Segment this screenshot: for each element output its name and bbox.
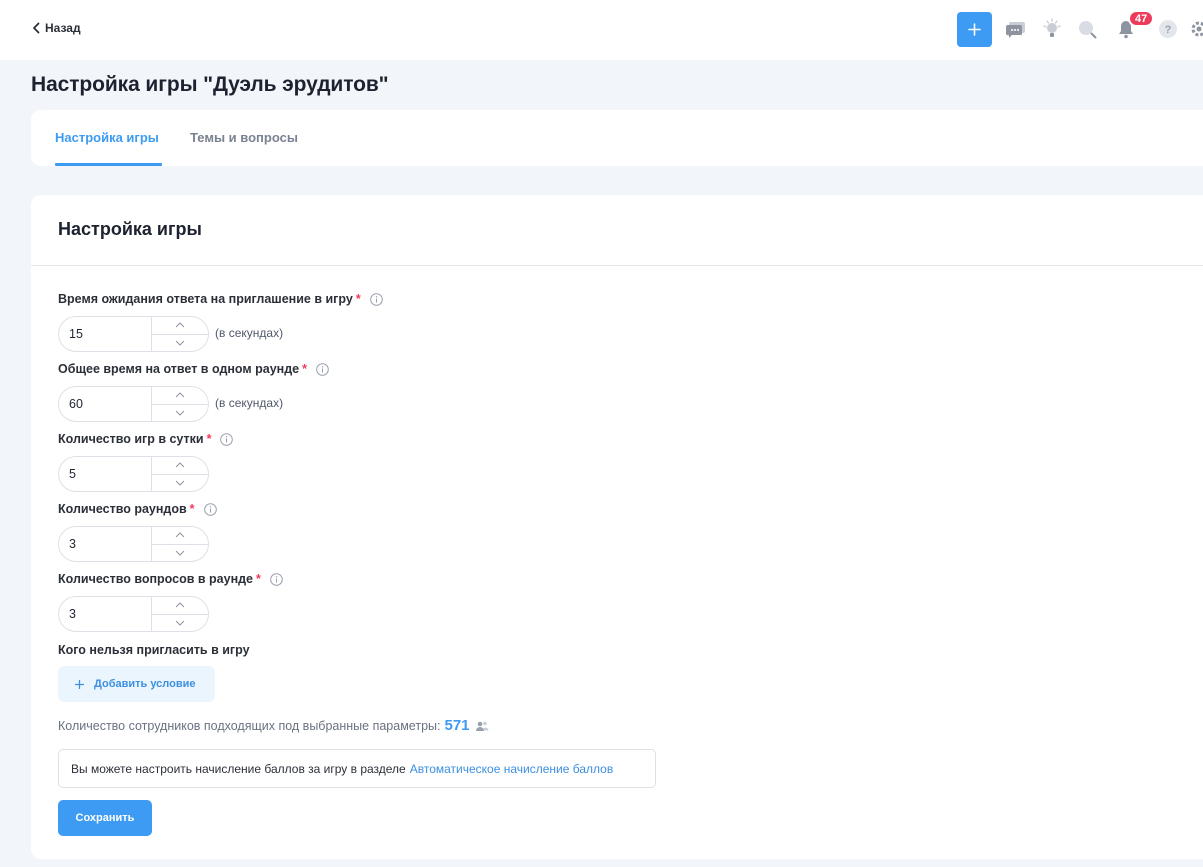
field-label-rounds-count: Количество раундов *: [58, 502, 217, 516]
info-icon[interactable]: [203, 502, 217, 516]
count-value[interactable]: 571: [444, 717, 469, 734]
gear-icon[interactable]: [1188, 18, 1203, 40]
round-time-stepper: 60: [58, 386, 209, 422]
stepper-input[interactable]: 3: [59, 597, 151, 631]
points-notice: Вы можете настроить начисление баллов за…: [58, 749, 656, 788]
chevron-down-icon: [175, 340, 185, 346]
chevron-up-icon: [175, 602, 185, 608]
info-icon[interactable]: [316, 362, 329, 376]
questions-per-round-stepper: 3: [58, 596, 209, 632]
decrement-button[interactable]: [152, 543, 208, 562]
required-asterisk: *: [302, 362, 307, 376]
info-icon[interactable]: [270, 572, 283, 586]
stepper-input[interactable]: 5: [59, 457, 151, 491]
info-icon[interactable]: [220, 432, 234, 446]
employee-count-line: Количество сотрудников подходящих под вы…: [58, 717, 489, 734]
svg-text:?: ?: [1165, 24, 1172, 36]
field-label-games-per-day: Количество игр в сутки *: [58, 432, 234, 446]
search-icon[interactable]: [1076, 18, 1098, 40]
increment-button[interactable]: [152, 387, 208, 404]
active-tab-indicator: [55, 163, 162, 166]
required-asterisk: *: [256, 572, 261, 586]
chevron-down-icon: [175, 620, 185, 626]
rounds-count-stepper: 3: [58, 526, 209, 562]
card-title: Настройка игры: [58, 219, 202, 239]
chevron-down-icon: [175, 480, 185, 486]
invite-timeout-stepper: 15: [58, 316, 209, 352]
field-label-questions-per-round: Количество вопросов в раунде *: [58, 572, 283, 586]
add-condition-button[interactable]: Добавить условие: [58, 666, 215, 702]
unit-label: (в секундах): [215, 326, 284, 340]
save-button[interactable]: Сохранить: [58, 800, 152, 836]
help-icon[interactable]: ?: [1157, 18, 1179, 40]
back-label: Назад: [45, 21, 81, 35]
settings-card: Настройка игры Время ожидания ответа на …: [31, 195, 1203, 859]
add-condition-label: Добавить условие: [94, 678, 196, 690]
lightbulb-icon[interactable]: [1041, 18, 1063, 40]
back-link[interactable]: Назад: [32, 21, 81, 35]
chevron-down-icon: [175, 550, 185, 556]
notifications-badge: 47: [1128, 10, 1155, 27]
count-label: Количество сотрудников подходящих под вы…: [58, 718, 441, 733]
plus-icon: [75, 679, 84, 689]
required-asterisk: *: [189, 502, 195, 516]
chevron-up-icon: [175, 462, 185, 468]
stepper-input[interactable]: 15: [59, 317, 151, 351]
unit-label: (в секундах): [215, 396, 284, 410]
increment-button[interactable]: [152, 527, 208, 544]
decrement-button[interactable]: [152, 473, 208, 492]
decrement-button[interactable]: [152, 403, 208, 422]
decrement-button[interactable]: [152, 613, 208, 632]
field-label-text: Количество раундов: [58, 502, 187, 516]
increment-button[interactable]: [152, 457, 208, 474]
chevron-left-icon: [33, 22, 40, 34]
games-per-day-stepper: 5: [58, 456, 209, 492]
required-asterisk: *: [206, 432, 212, 446]
create-button[interactable]: [957, 12, 992, 47]
chat-icon[interactable]: [1005, 18, 1027, 40]
exclusion-label: Кого нельзя пригласить в игру: [58, 643, 250, 657]
page-title: Настройка игры "Дуэль эрудитов": [31, 73, 389, 96]
tabs-bar: Настройка игры Темы и вопросы: [31, 110, 1203, 166]
top-bar: Назад 47 ?: [0, 0, 1203, 60]
plus-icon: [968, 23, 981, 36]
users-icon: [475, 721, 489, 731]
tab-topics-questions[interactable]: Темы и вопросы: [190, 130, 298, 145]
field-label-text: Количество вопросов в раунде: [58, 572, 254, 586]
decrement-button[interactable]: [152, 333, 208, 352]
increment-button[interactable]: [152, 597, 208, 614]
chevron-up-icon: [175, 532, 185, 538]
info-icon[interactable]: [369, 292, 383, 306]
field-label-round-time: Общее время на ответ в одном раунде *: [58, 362, 329, 376]
tab-game-settings[interactable]: Настройка игры: [55, 130, 159, 145]
divider: [31, 265, 1203, 266]
chevron-up-icon: [175, 392, 185, 398]
field-label-text: Количество игр в сутки: [58, 432, 204, 446]
chevron-down-icon: [175, 410, 185, 416]
chevron-up-icon: [175, 322, 185, 328]
stepper-input[interactable]: 3: [59, 527, 151, 561]
field-label-text: Время ожидания ответа на приглашение в и…: [58, 292, 353, 306]
field-label-text: Общее время на ответ в одном раунде: [58, 362, 300, 376]
auto-points-link[interactable]: Автоматическое начисление баллов: [410, 762, 613, 776]
notice-text: Вы можете настроить начисление баллов за…: [71, 761, 406, 776]
increment-button[interactable]: [152, 317, 208, 334]
required-asterisk: *: [355, 292, 361, 306]
field-label-invite-timeout: Время ожидания ответа на приглашение в и…: [58, 292, 383, 306]
stepper-input[interactable]: 60: [59, 387, 151, 421]
